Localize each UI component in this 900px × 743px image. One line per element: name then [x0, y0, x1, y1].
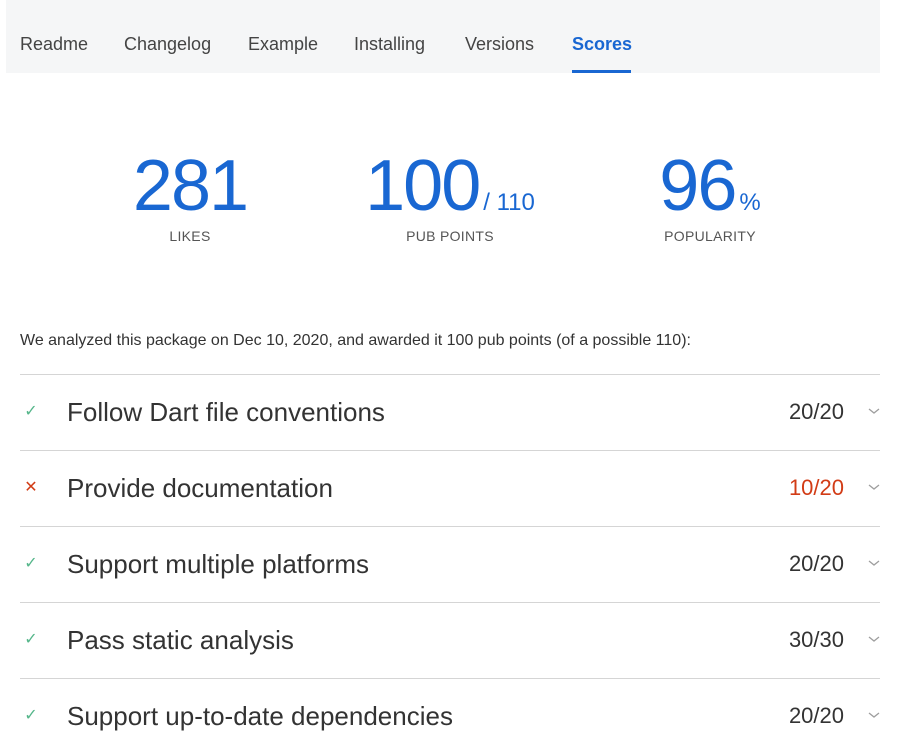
section-score: 30/30 — [788, 627, 844, 652]
chevron-down-icon[interactable] — [868, 557, 880, 569]
section-provide-documentation[interactable]: ✕ Provide documentation 10/20 — [20, 450, 880, 527]
chevron-down-icon[interactable] — [868, 405, 880, 417]
section-multiple-platforms[interactable]: ✓ Support multiple platforms 20/20 — [20, 526, 880, 603]
popularity-stat: 96% POPULARITY — [640, 150, 780, 244]
likes-label: LIKES — [169, 228, 211, 244]
tab-changelog[interactable]: Changelog — [124, 33, 211, 55]
section-title: Pass static analysis — [67, 625, 294, 655]
section-up-to-date-dependencies[interactable]: ✓ Support up-to-date dependencies 20/20 — [20, 678, 880, 743]
tab-example[interactable]: Example — [248, 33, 318, 55]
analysis-summary: We analyzed this package on Dec 10, 2020… — [20, 332, 691, 349]
check-icon: ✓ — [24, 403, 38, 420]
check-icon: ✓ — [24, 555, 38, 572]
check-icon: ✓ — [24, 631, 38, 648]
cross-icon: ✕ — [24, 479, 38, 496]
active-tab-indicator — [572, 70, 631, 73]
likes-value: 281 — [132, 146, 249, 226]
pub-points-stat: 100/ 110 PUB POINTS — [345, 150, 555, 244]
likes-stat: 281 LIKES — [120, 150, 260, 244]
section-score: 20/20 — [788, 551, 844, 576]
section-score: 10/20 — [788, 475, 844, 500]
pub-points-value: 100 — [365, 146, 481, 226]
tab-bar: Readme Changelog Example Installing Vers… — [6, 0, 880, 73]
chevron-down-icon[interactable] — [868, 481, 880, 493]
section-score: 20/20 — [788, 399, 844, 424]
section-title: Provide documentation — [67, 473, 333, 503]
section-score: 20/20 — [788, 703, 844, 728]
check-icon: ✓ — [24, 707, 38, 724]
section-static-analysis[interactable]: ✓ Pass static analysis 30/30 — [20, 602, 880, 679]
section-title: Follow Dart file conventions — [67, 397, 385, 427]
chevron-down-icon[interactable] — [868, 709, 880, 721]
pub-points-label: PUB POINTS — [406, 228, 494, 244]
chevron-down-icon[interactable] — [868, 633, 880, 645]
tab-installing[interactable]: Installing — [354, 33, 425, 55]
section-title: Support multiple platforms — [67, 549, 370, 579]
pub-points-max: / 110 — [483, 189, 535, 216]
section-title: Support up-to-date dependencies — [67, 701, 453, 731]
section-dart-file-conventions[interactable]: ✓ Follow Dart file conventions 20/20 — [20, 374, 880, 451]
popularity-percent: % — [739, 189, 761, 216]
tab-versions[interactable]: Versions — [465, 33, 534, 55]
tab-scores[interactable]: Scores — [572, 33, 632, 55]
tab-readme[interactable]: Readme — [20, 33, 88, 55]
popularity-label: POPULARITY — [664, 228, 756, 244]
popularity-value: 96 — [659, 146, 737, 226]
